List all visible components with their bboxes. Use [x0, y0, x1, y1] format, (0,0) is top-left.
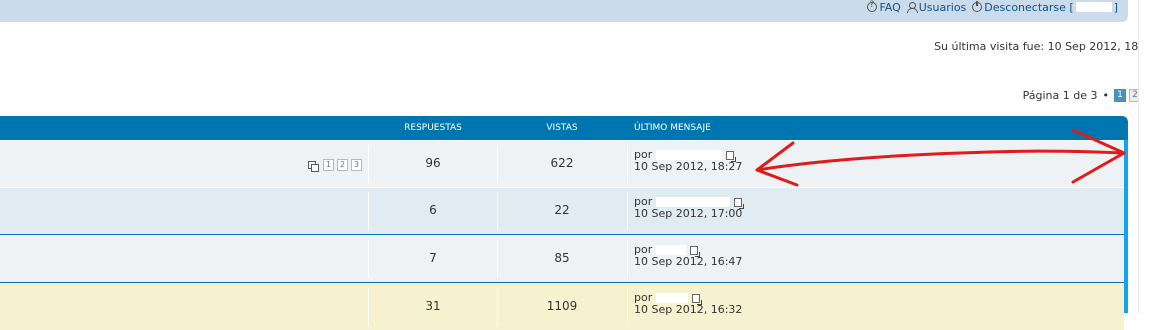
logout-link[interactable]: Desconectarse [ ]	[972, 1, 1118, 14]
redacted-author	[656, 245, 687, 255]
column-views: VISTAS	[546, 123, 578, 133]
redacted-author	[656, 150, 723, 160]
last-post-date: 10 Sep 2012, 16:47	[634, 255, 743, 268]
power-icon	[972, 1, 983, 12]
last-post-date: 10 Sep 2012, 17:00	[634, 207, 743, 220]
column-divider	[627, 145, 628, 183]
column-divider	[627, 192, 628, 230]
views-count: 22	[554, 203, 570, 217]
view-latest-post-icon[interactable]	[692, 293, 703, 305]
column-divider	[368, 192, 369, 230]
views-count: 1109	[546, 299, 578, 313]
topic-pages: 1 2 3	[308, 159, 362, 172]
last-post-date: 10 Sep 2012, 16:32	[634, 303, 743, 316]
view-latest-post-icon[interactable]	[690, 245, 701, 257]
topic-page-3[interactable]: 3	[351, 159, 362, 171]
header-links: FAQ Usuarios Desconectarse [ ]	[867, 0, 1118, 14]
column-divider	[627, 240, 628, 278]
page-1-button[interactable]: 1	[1114, 89, 1126, 102]
column-last-post: ÚLTIMO MENSAJE	[634, 123, 711, 133]
logout-bracket-close: ]	[1113, 0, 1118, 14]
last-post-cell: por 10 Sep 2012, 18:27	[634, 149, 742, 173]
topic-cell[interactable]: 1 2 3	[0, 141, 368, 187]
replies-count: 7	[429, 251, 437, 265]
table-row[interactable]: 31 1109 por 10 Sep 2012, 16:32	[0, 283, 1124, 330]
faq-label: FAQ	[879, 0, 901, 14]
last-post-date: 10 Sep 2012, 18:27	[634, 160, 743, 173]
replies-count: 31	[425, 299, 441, 313]
header-bar: FAQ Usuarios Desconectarse [ ]	[0, 0, 1128, 22]
users-label: Usuarios	[918, 0, 967, 14]
pagination: Página 1 de 3 • 1 2 3	[1023, 89, 1156, 102]
last-post-cell: por 10 Sep 2012, 16:32	[634, 292, 742, 316]
table-row[interactable]: 6 22 por 10 Sep 2012, 17:00	[0, 187, 1124, 234]
faq-link[interactable]: FAQ	[867, 0, 901, 14]
topic-page-2[interactable]: 2	[337, 159, 348, 171]
topic-page-1[interactable]: 1	[323, 159, 334, 171]
pagination-label: Página 1 de 3	[1022, 89, 1098, 102]
table-row[interactable]: 7 85 por 10 Sep 2012, 16:47	[0, 235, 1124, 282]
users-link[interactable]: Usuarios	[906, 0, 967, 14]
column-divider	[368, 240, 369, 278]
view-latest-post-icon[interactable]	[734, 197, 745, 209]
redacted-username	[1075, 2, 1112, 12]
table-right-border	[1124, 140, 1128, 313]
column-divider	[627, 288, 628, 326]
table-header: RESPUESTAS VISTAS ÚLTIMO MENSAJE	[0, 116, 1128, 140]
users-icon	[906, 1, 918, 13]
redacted-author	[656, 197, 731, 207]
last-post-cell: por 10 Sep 2012, 17:00	[634, 196, 745, 220]
replies-count: 6	[429, 203, 437, 217]
topic-cell[interactable]	[0, 236, 368, 282]
logout-label: Desconectarse [	[984, 0, 1074, 14]
replies-count: 96	[425, 156, 441, 170]
column-divider	[368, 288, 369, 326]
table-row[interactable]: 1 2 3 96 622 por 10 Sep 2012, 18:27	[0, 140, 1124, 187]
faq-icon	[867, 0, 878, 12]
redacted-author	[656, 293, 689, 303]
topic-cell[interactable]	[0, 188, 368, 234]
last-visit-text: Su última visita fue: 10 Sep 2012, 18:56	[934, 40, 1156, 53]
views-count: 622	[550, 156, 574, 170]
topic-cell[interactable]	[0, 284, 368, 330]
multipage-icon	[308, 160, 319, 172]
page-gutter	[1138, 0, 1166, 313]
topics-table: RESPUESTAS VISTAS ÚLTIMO MENSAJE 1 2 3 9…	[0, 116, 1128, 330]
pagination-bullet: •	[1102, 89, 1110, 102]
column-divider	[368, 145, 369, 183]
views-count: 85	[554, 251, 570, 265]
column-replies: RESPUESTAS	[404, 123, 462, 133]
view-latest-post-icon[interactable]	[726, 150, 737, 162]
last-post-cell: por 10 Sep 2012, 16:47	[634, 244, 742, 268]
